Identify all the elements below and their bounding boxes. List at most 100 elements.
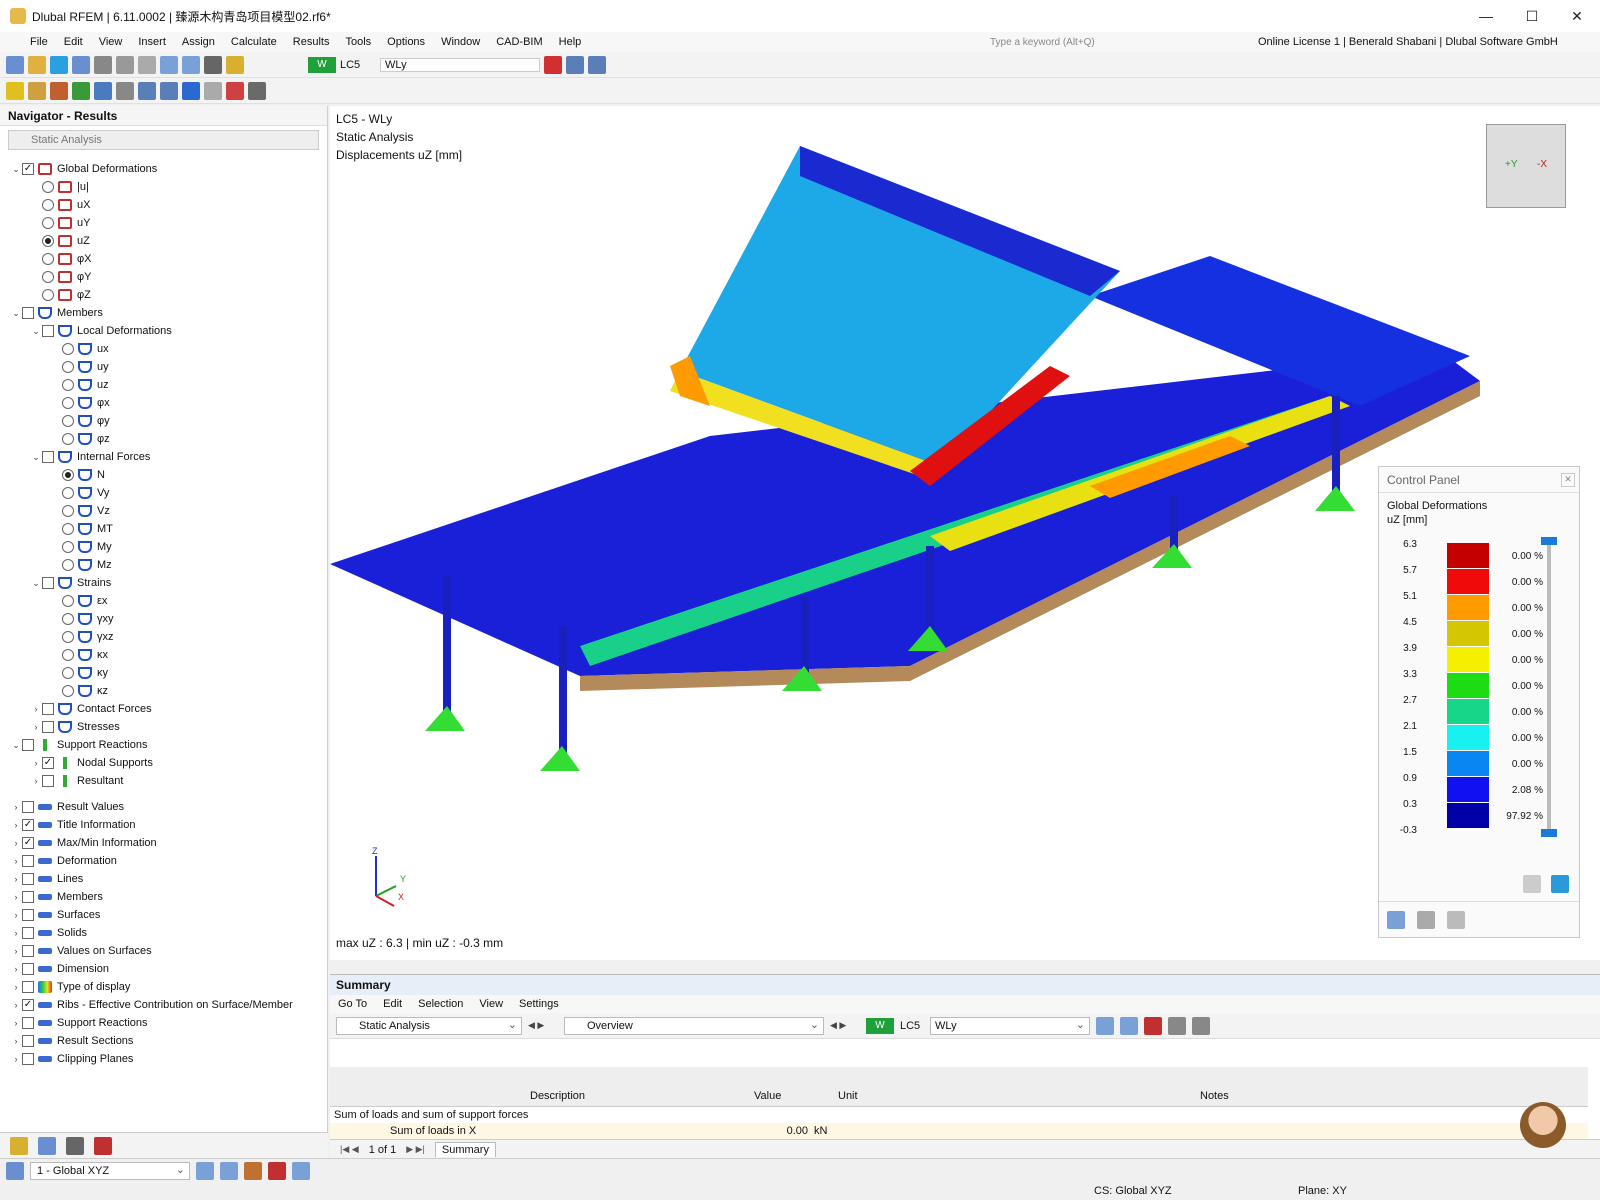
expand-chevron-icon[interactable]: › [30,722,42,732]
tree-item[interactable]: κx [50,646,108,664]
expand-chevron-icon[interactable]: › [10,856,22,866]
menu-tools[interactable]: Tools [337,36,379,48]
tree-item[interactable]: φY [30,268,91,286]
color-scale-tab-icon[interactable] [1387,910,1405,929]
tree-item[interactable]: ⌄ Support Reactions [10,736,148,754]
section-icon[interactable] [204,81,222,100]
display-checkbox[interactable]: ✓ [22,837,34,849]
expand-chevron-icon[interactable]: ⌄ [10,308,22,319]
display-checkbox[interactable] [22,873,34,885]
tree-radio[interactable] [42,181,54,193]
display-checkbox[interactable] [22,1053,34,1065]
tree-item[interactable]: › Stresses [30,718,120,736]
tree-radio[interactable] [62,541,74,553]
tree-item[interactable]: Vy [50,484,109,502]
view-icon[interactable] [138,81,156,100]
search-input[interactable]: Type a keyword (Alt+Q) [990,34,1230,50]
display-checkbox[interactable] [22,909,34,921]
display-item[interactable]: › Clipping Planes [10,1050,133,1068]
display-tab-icon[interactable] [38,1136,56,1155]
tree-item[interactable]: › Resultant [30,772,123,790]
tree-radio[interactable] [62,631,74,643]
tree-item[interactable]: ⌄ Members [10,304,103,322]
display-item[interactable]: › Type of display [10,978,130,996]
filter-icon[interactable] [544,55,562,74]
display-checkbox[interactable] [22,927,34,939]
tree-radio[interactable] [62,487,74,499]
summary-lc-select[interactable]: WLy [930,1016,1090,1035]
tree-radio[interactable] [62,685,74,697]
tree-radio[interactable] [62,415,74,427]
tree-item[interactable]: uX [30,196,90,214]
expand-chevron-icon[interactable]: › [10,1054,22,1064]
menu-assign[interactable]: Assign [174,36,223,48]
tree-radio[interactable] [62,379,74,391]
tree-checkbox[interactable] [42,775,54,787]
menu-results[interactable]: Results [285,36,338,48]
tree-item[interactable]: ⌄ Internal Forces [30,448,150,466]
results-tab-icon[interactable] [94,1136,112,1155]
tree-checkbox[interactable] [42,703,54,715]
tree-item[interactable]: ⌄ ✓ Global Deformations [10,160,157,178]
member-icon[interactable] [50,81,68,100]
loadcase-id[interactable]: LC5 [340,59,376,71]
save-icon[interactable] [72,55,90,74]
tree-item[interactable]: › ✓ Nodal Supports [30,754,153,772]
deformation-icon[interactable] [182,81,200,100]
expand-chevron-icon[interactable]: › [30,758,42,768]
support-icon[interactable] [72,81,90,100]
snap-icon[interactable] [196,1162,214,1180]
data-tab-icon[interactable] [10,1136,28,1155]
tree-item[interactable]: φX [30,250,91,268]
tree-item[interactable]: Mz [50,556,112,574]
display-checkbox[interactable] [22,945,34,957]
menu-view[interactable]: View [91,36,131,48]
close-button[interactable]: ✕ [1554,0,1600,32]
tree-item[interactable]: ⌄ Local Deformations [30,322,172,340]
expand-chevron-icon[interactable]: › [30,776,42,786]
assistant-avatar[interactable] [1520,1102,1566,1148]
values-icon[interactable] [588,55,606,74]
member-tool-icon[interactable] [268,1162,286,1180]
tree-item[interactable]: |u| [30,178,89,196]
tree-radio[interactable] [62,361,74,373]
legend-slider-top[interactable] [1541,537,1557,545]
expand-chevron-icon[interactable]: › [10,838,22,848]
summary-view-arrows[interactable]: ◀ ▶ [830,1020,860,1031]
table-row[interactable]: Sum of loads in X 0.00 kN [330,1123,1588,1139]
summary-menu-selection[interactable]: Selection [418,998,463,1010]
summary-menu-view[interactable]: View [479,998,503,1010]
summary-table-icon[interactable] [1168,1016,1186,1035]
legend-slider-track[interactable] [1547,543,1551,831]
summary-menu-settings[interactable]: Settings [519,998,559,1010]
expand-chevron-icon[interactable]: › [10,982,22,992]
tree-item[interactable]: φy [50,412,110,430]
open-icon[interactable] [28,55,46,74]
display-item[interactable]: › Values on Surfaces [10,942,152,960]
display-checkbox[interactable] [22,1035,34,1047]
surface-icon[interactable] [94,81,112,100]
pager-next-last[interactable]: ▶ ▶| [406,1144,425,1155]
tree-item[interactable]: N [50,466,105,484]
tree-item[interactable]: uZ [30,232,90,250]
export-icon[interactable] [1523,875,1541,893]
tab-summary[interactable]: Summary [434,1142,496,1157]
tree-radio[interactable] [42,199,54,211]
tree-radio[interactable] [62,433,74,445]
tree-item[interactable]: φZ [30,286,91,304]
display-item[interactable]: › Lines [10,870,83,888]
display-item[interactable]: › Support Reactions [10,1014,148,1032]
tree-item[interactable]: › Contact Forces [30,700,152,718]
summary-nav-arrows[interactable]: ◀ ▶ [528,1020,558,1031]
display-item[interactable]: › Solids [10,924,87,942]
expand-chevron-icon[interactable]: › [10,820,22,830]
tree-checkbox[interactable] [42,721,54,733]
expand-chevron-icon[interactable]: › [10,910,22,920]
render-icon[interactable] [204,55,222,74]
menu-file[interactable]: File [22,36,56,48]
menu-options[interactable]: Options [379,36,433,48]
display-item[interactable]: › Members [10,888,103,906]
tree-item[interactable]: φx [50,394,110,412]
maximize-button[interactable]: ☐ [1509,0,1555,32]
summary-analysis-select[interactable]: Static Analysis [336,1016,522,1035]
